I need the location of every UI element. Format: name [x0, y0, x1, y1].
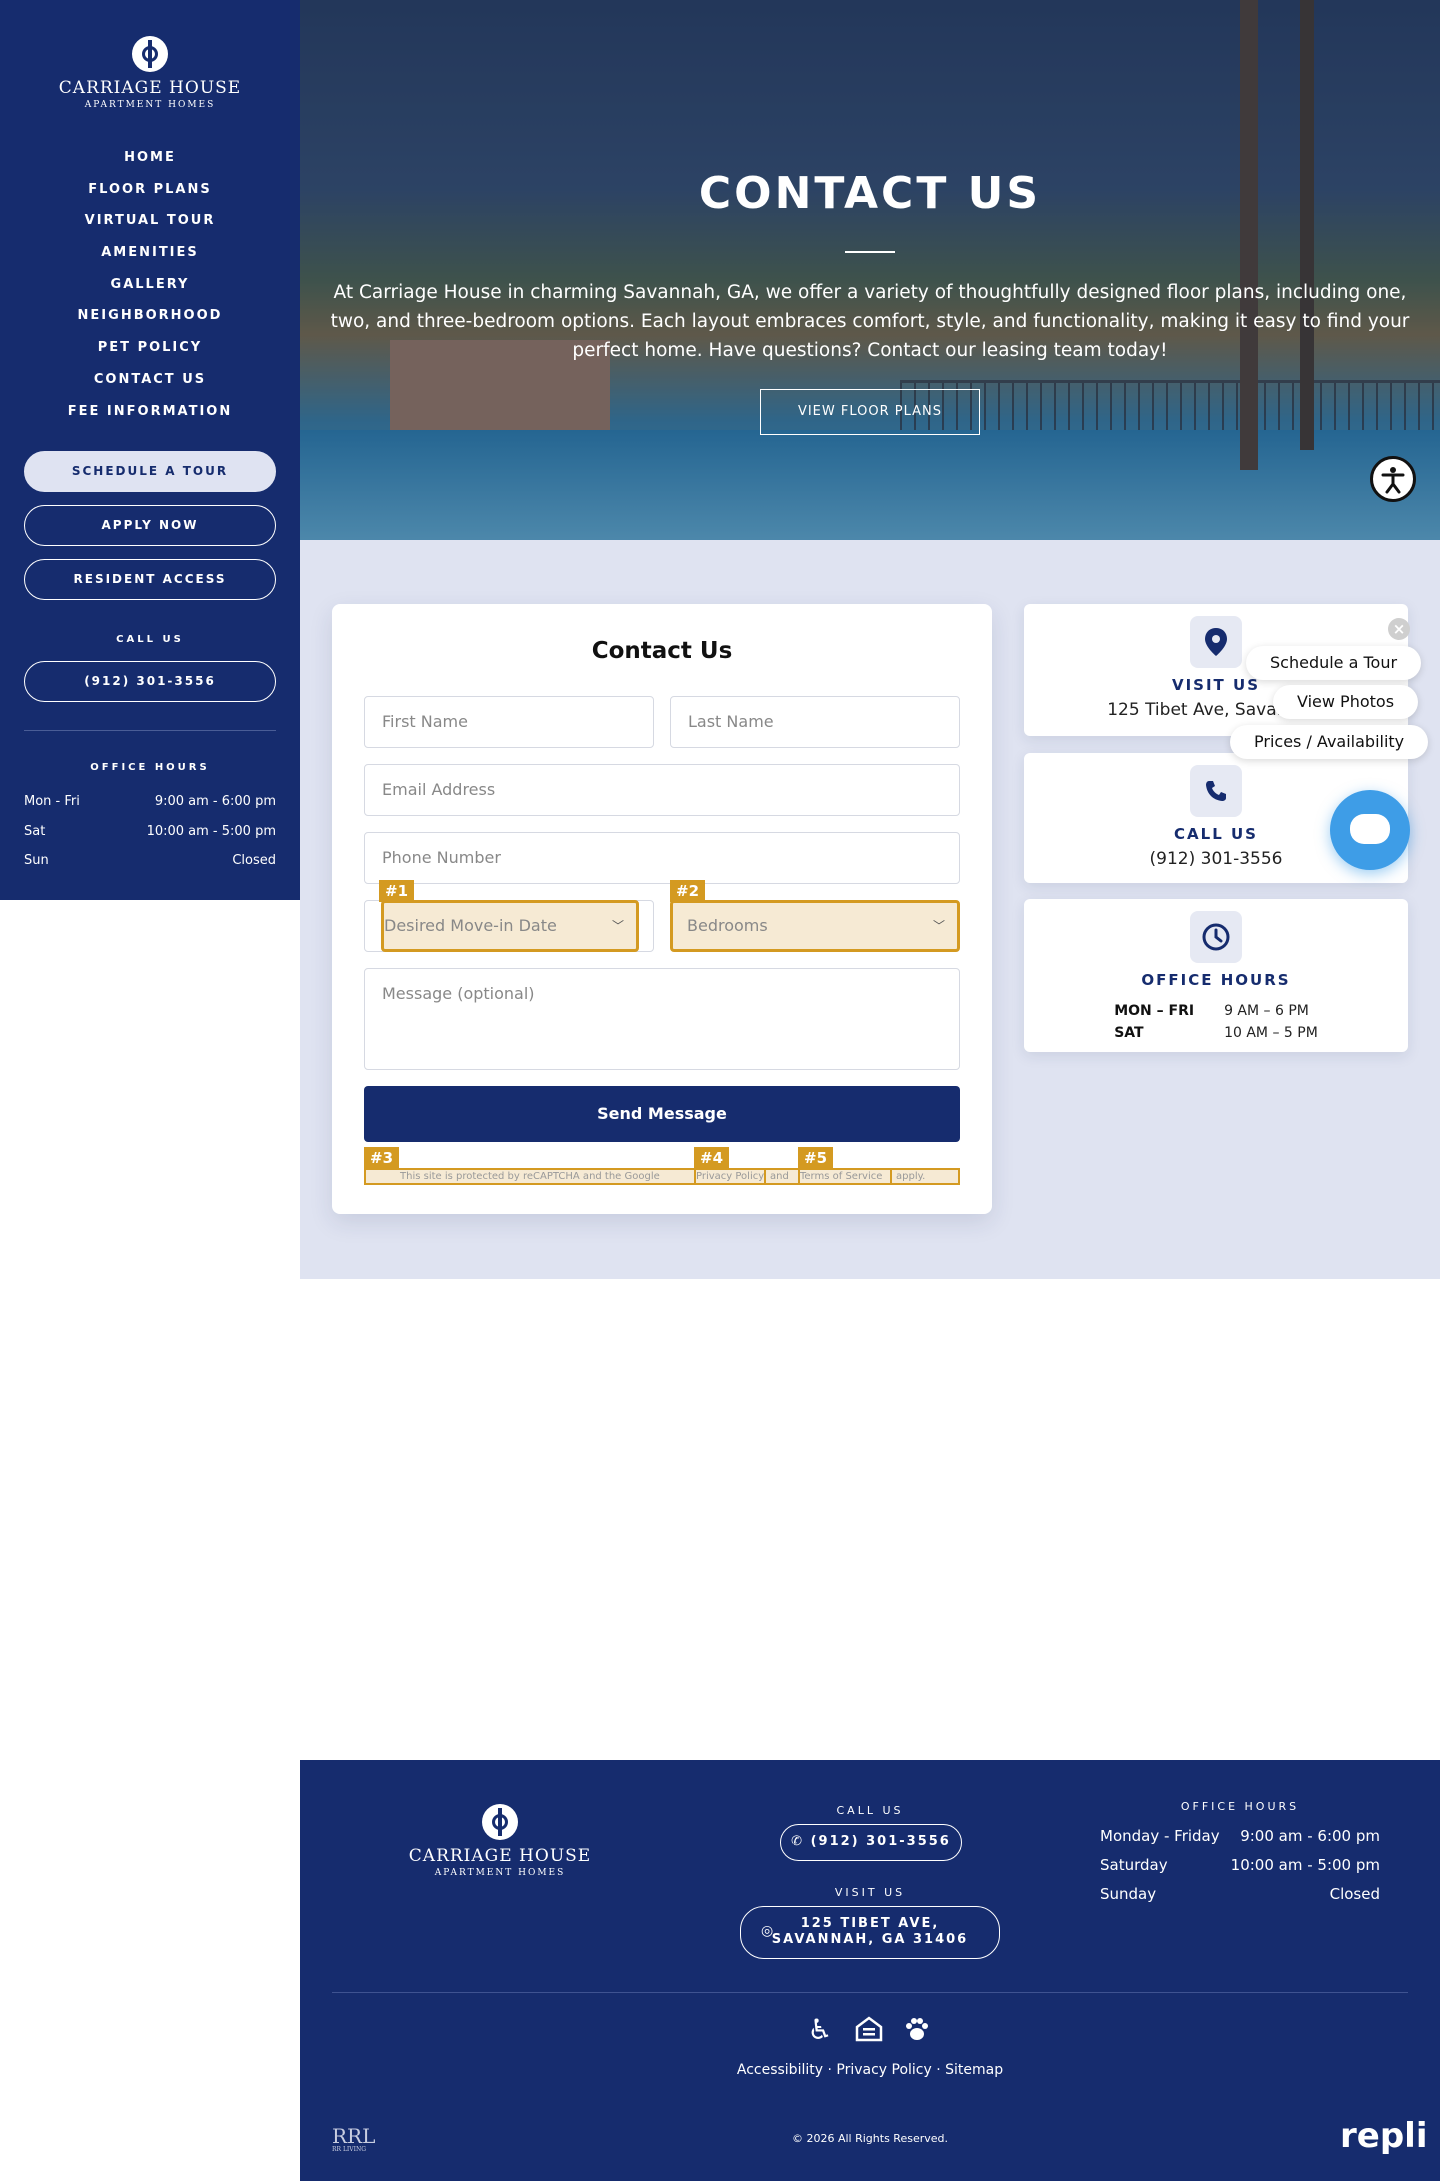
office-hours-card: OFFICE HOURS MON – FRI 9 AM – 6 PM SAT 1…	[1024, 899, 1408, 1052]
sitemap-link[interactable]: Sitemap	[945, 2062, 1003, 2078]
paw-icon	[900, 2014, 934, 2046]
recaptcha-and: and	[770, 1171, 789, 1182]
sidebar-hours-row: Mon - Fri 9:00 am - 6:00 pm	[24, 794, 276, 809]
recaptcha-apply: apply.	[896, 1171, 926, 1182]
footer-hours-row: Monday - Friday 9:00 am - 6:00 pm	[1100, 1827, 1380, 1845]
email-input[interactable]: Email Address	[364, 764, 960, 816]
annotation-badge: #5	[798, 1147, 834, 1169]
sidebar-office-label: OFFICE HOURS	[90, 762, 210, 773]
repli-logo[interactable]: repli	[1340, 2116, 1427, 2156]
office-hours-table: MON – FRI 9 AM – 6 PM SAT 10 AM – 5 PM	[1098, 999, 1334, 1045]
hero-banner: CONTACT US At Carriage House in charming…	[300, 0, 1440, 540]
schedule-tour-button[interactable]: SCHEDULE A TOUR	[24, 451, 276, 492]
location-pin-icon	[1190, 616, 1242, 668]
move-in-date-select[interactable]: Desired Move-in Date ﹀	[381, 900, 639, 952]
clock-icon	[1190, 911, 1242, 963]
annotation-badge: #3	[364, 1147, 400, 1169]
nav-neighborhood[interactable]: NEIGHBORHOOD	[0, 300, 300, 332]
footer-hours-row: Saturday 10:00 am - 5:00 pm	[1100, 1856, 1380, 1874]
annotation-badge: #4	[694, 1147, 730, 1169]
hero-overlay	[300, 0, 1440, 540]
table-row: SAT 10 AM – 5 PM	[1114, 1025, 1318, 1041]
footer-phone-button[interactable]: ✆ (912) 301-3556	[780, 1824, 962, 1861]
phone-icon	[1190, 765, 1242, 817]
form-title: Contact Us	[591, 638, 733, 664]
annotation-badge: #1	[379, 880, 415, 902]
prices-availability-pill[interactable]: Prices / Availability	[1230, 725, 1429, 759]
office-hours-title: OFFICE HOURS	[1141, 971, 1291, 989]
sidebar-divider	[24, 730, 276, 731]
view-floor-plans-button[interactable]: VIEW FLOOR PLANS	[760, 389, 980, 435]
nav-amenities[interactable]: AMENITIES	[0, 237, 300, 269]
nav-pet-policy[interactable]: PET POLICY	[0, 332, 300, 364]
sidebar: CARRIAGE HOUSE APARTMENT HOMES HOME FLOO…	[0, 0, 300, 900]
wheelchair-icon: ♿	[807, 2013, 833, 2046]
send-message-button[interactable]: Send Message	[364, 1086, 960, 1142]
footer-call-label: CALL US	[836, 1804, 904, 1817]
nav-contact-us[interactable]: CONTACT US	[0, 364, 300, 396]
accessibility-icon	[1381, 467, 1405, 494]
apply-now-button[interactable]: APPLY NOW	[24, 505, 276, 546]
accessibility-widget-button[interactable]	[1370, 456, 1416, 502]
table-row: MON – FRI 9 AM – 6 PM	[1114, 1003, 1309, 1019]
privacy-policy-link[interactable]: Privacy Policy	[694, 1170, 766, 1183]
nav-floor-plans[interactable]: FLOOR PLANS	[0, 174, 300, 206]
message-textarea[interactable]: Message (optional)	[364, 968, 960, 1070]
resident-access-button[interactable]: RESIDENT ACCESS	[24, 559, 276, 600]
sidebar-call-label: CALL US	[116, 634, 184, 645]
annotation-badge: #2	[670, 880, 706, 902]
footer-brand-name: CARRIAGE HOUSE	[408, 1846, 592, 1866]
chat-launcher-button[interactable]	[1330, 790, 1410, 870]
schedule-tour-pill[interactable]: Schedule a Tour	[1246, 646, 1422, 680]
nav-fee-information[interactable]: FEE INFORMATION	[0, 396, 300, 428]
footer-visit-label: VISIT US	[834, 1886, 906, 1899]
footer-divider	[332, 1992, 1408, 1993]
close-icon[interactable]: ×	[1388, 618, 1410, 640]
hero-description: At Carriage House in charming Savannah, …	[330, 282, 1410, 361]
sidebar-hours-row: Sat 10:00 am - 5:00 pm	[24, 824, 276, 839]
view-photos-pill[interactable]: View Photos	[1273, 685, 1419, 719]
page-title: CONTACT US	[698, 168, 1042, 219]
footer: CARRIAGE HOUSE APARTMENT HOMES CALL US ✆…	[300, 1760, 1440, 2181]
footer-address-button[interactable]: ◎ 125 TIBET AVE, SAVANNAH, GA 31406	[740, 1906, 1000, 1959]
privacy-policy-link[interactable]: Privacy Policy	[836, 2062, 931, 2078]
footer-brand-subtitle: APARTMENT HOMES	[434, 1868, 566, 1878]
sidebar-nav: HOME FLOOR PLANS VIRTUAL TOUR AMENITIES …	[0, 142, 300, 427]
chevron-down-icon: ﹀	[932, 919, 945, 933]
copyright: © 2026 All Rights Reserved.	[791, 2132, 948, 2145]
chat-icon	[1350, 814, 1390, 844]
brand-subtitle: APARTMENT HOMES	[84, 100, 216, 110]
contact-form-card: Contact Us First Name Last Name Email Ad…	[332, 604, 992, 1214]
move-in-select-wrapper: Desired Move-in Date ﹀	[364, 900, 654, 952]
brand-logo[interactable]: CARRIAGE HOUSE APARTMENT HOMES	[0, 36, 300, 110]
phone-input[interactable]: Phone Number	[364, 832, 960, 884]
last-name-input[interactable]: Last Name	[670, 696, 960, 748]
recaptcha-notice: This site is protected by reCAPTCHA and …	[364, 1168, 960, 1185]
location-pin-icon: ◎	[761, 1923, 776, 1939]
nav-gallery[interactable]: GALLERY	[0, 269, 300, 301]
footer-hours-row: Sunday Closed	[1100, 1885, 1380, 1903]
footer-hours-label: OFFICE HOURS	[1180, 1800, 1300, 1813]
recaptcha-text: This site is protected by reCAPTCHA and …	[400, 1171, 660, 1182]
bedrooms-select[interactable]: Bedrooms ﹀	[670, 900, 960, 952]
hero-divider	[845, 251, 895, 253]
sidebar-phone-button[interactable]: (912) 301-3556	[24, 661, 276, 702]
footer-links: Accessibility · Privacy Policy · Sitemap	[736, 2062, 1004, 2078]
terms-of-service-link[interactable]: Terms of Service	[798, 1170, 892, 1183]
brand-name: CARRIAGE HOUSE	[58, 78, 242, 98]
wheel-logo-icon	[482, 1804, 518, 1840]
wheel-logo-icon	[132, 36, 168, 72]
accessibility-link[interactable]: Accessibility	[737, 2062, 823, 2078]
phone-icon: ✆	[791, 1834, 811, 1849]
nav-virtual-tour[interactable]: VIRTUAL TOUR	[0, 205, 300, 237]
sidebar-hours-row: Sun Closed	[24, 853, 276, 868]
chevron-down-icon: ﹀	[611, 919, 624, 933]
first-name-input[interactable]: First Name	[364, 696, 654, 748]
nav-home[interactable]: HOME	[0, 142, 300, 174]
equal-housing-icon	[852, 2014, 886, 2046]
footer-logo[interactable]: CARRIAGE HOUSE APARTMENT HOMES	[300, 1804, 700, 1878]
